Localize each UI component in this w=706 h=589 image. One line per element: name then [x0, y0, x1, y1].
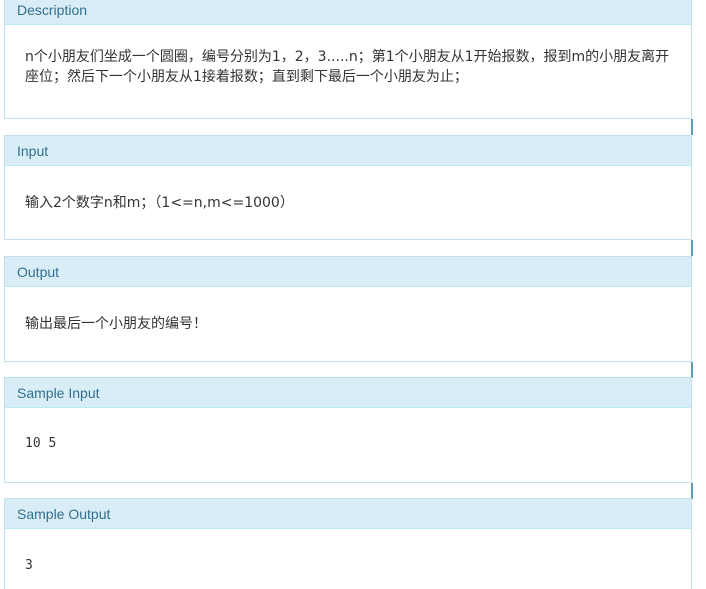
- input-panel: Input 输入2个数字n和m；（1<=n,m<=1000）: [4, 135, 692, 240]
- panel-edge-marker: [691, 119, 693, 135]
- output-body: 输出最后一个小朋友的编号！: [5, 287, 691, 334]
- sample-output-heading: Sample Output: [5, 499, 691, 529]
- panel-edge-marker: [691, 483, 693, 499]
- panel-edge-marker: [691, 240, 693, 256]
- sample-output-body: 3: [5, 529, 691, 573]
- description-body: n个小朋友们坐成一个圆圈，编号分别为1，2，3.....n；第1个小朋友从1开始…: [5, 25, 691, 87]
- input-text: 输入2个数字n和m；（1<=n,m<=1000）: [25, 195, 294, 211]
- sample-input-text: 10 5: [25, 436, 57, 451]
- sample-input-body: 10 5: [5, 408, 691, 451]
- description-text: n个小朋友们坐成一个圆圈，编号分别为1，2，3.....n；第1个小朋友从1开始…: [25, 49, 670, 85]
- description-heading: Description: [5, 0, 691, 25]
- sample-input-panel: Sample Input 10 5: [4, 377, 692, 483]
- sample-output-panel: Sample Output 3: [4, 498, 692, 589]
- sample-output-text: 3: [25, 558, 33, 573]
- input-body: 输入2个数字n和m；（1<=n,m<=1000）: [5, 166, 691, 213]
- panel-edge-marker: [691, 362, 693, 378]
- input-heading: Input: [5, 136, 691, 166]
- output-heading: Output: [5, 257, 691, 287]
- output-panel: Output 输出最后一个小朋友的编号！: [4, 256, 692, 362]
- output-text: 输出最后一个小朋友的编号！: [25, 316, 207, 332]
- sample-input-heading: Sample Input: [5, 378, 691, 408]
- problem-page: Description n个小朋友们坐成一个圆圈，编号分别为1，2，3.....…: [0, 0, 706, 589]
- description-panel: Description n个小朋友们坐成一个圆圈，编号分别为1，2，3.....…: [4, 0, 692, 119]
